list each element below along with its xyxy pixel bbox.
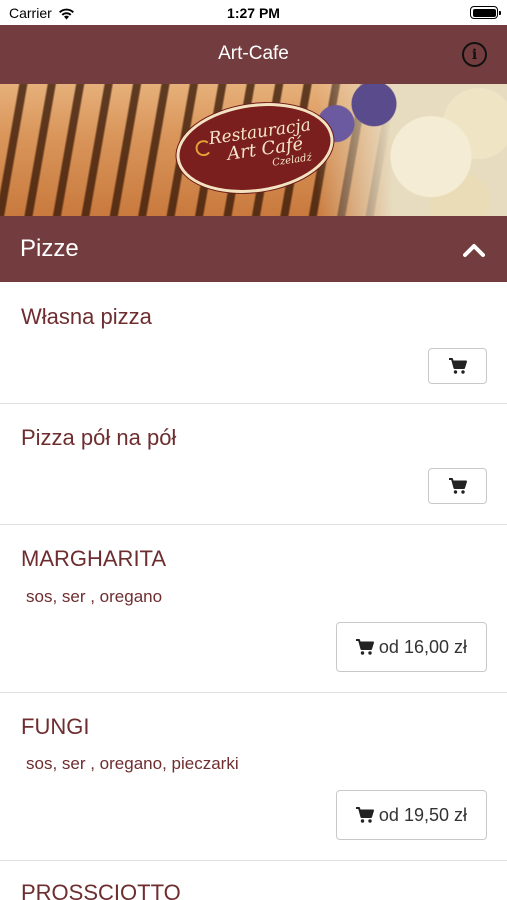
cart-icon	[355, 807, 374, 823]
add-to-cart-button[interactable]	[428, 468, 487, 504]
banner-vegetables	[317, 84, 507, 216]
list-item[interactable]: Własna pizza	[0, 282, 507, 404]
cart-icon	[448, 358, 467, 374]
item-name: PROSSCIOTTO	[21, 880, 181, 900]
info-icon[interactable]: i	[462, 42, 487, 67]
nav-title: Art-Cafe	[218, 43, 289, 64]
list-item[interactable]: Pizza pół na pół	[0, 404, 507, 525]
add-to-cart-price-button[interactable]: od 16,00 zł	[335, 622, 487, 672]
item-name: MARGHARITA	[21, 546, 167, 571]
list-item[interactable]: FUNGI sos, ser , oregano, pieczarki od 1…	[0, 693, 507, 861]
battery-icon	[470, 6, 501, 19]
price-label: od 19,50 zł	[378, 804, 467, 825]
item-name: Własna pizza	[21, 304, 152, 329]
banner-image: Restauracja Art Café Czeladź	[0, 84, 507, 216]
add-to-cart-price-button[interactable]: od 19,50 zł	[335, 790, 487, 840]
cart-icon	[448, 478, 467, 494]
price-label: od 16,00 zł	[378, 636, 467, 657]
status-bar: Carrier 1:27 PM	[0, 0, 507, 25]
nav-bar: Art-Cafe i	[0, 25, 507, 84]
add-to-cart-button[interactable]	[428, 348, 487, 384]
status-time: 1:27 PM	[227, 5, 280, 21]
item-name: Pizza pół na pół	[21, 425, 177, 450]
list-item[interactable]: MARGHARITA sos, ser , oregano od 16,00 z…	[0, 525, 507, 693]
item-description: sos, ser , oregano, pieczarki	[26, 754, 239, 773]
section-title: Pizze	[20, 235, 79, 262]
cart-icon	[355, 639, 374, 655]
item-name: FUNGI	[21, 714, 90, 739]
chevron-up-icon[interactable]	[463, 240, 485, 262]
section-header-pizze[interactable]: Pizze	[0, 216, 507, 282]
item-description: sos, ser , oregano	[26, 587, 163, 606]
restaurant-logo: Restauracja Art Café Czeladź	[170, 93, 340, 203]
list-item[interactable]: PROSSCIOTTO	[0, 861, 507, 900]
